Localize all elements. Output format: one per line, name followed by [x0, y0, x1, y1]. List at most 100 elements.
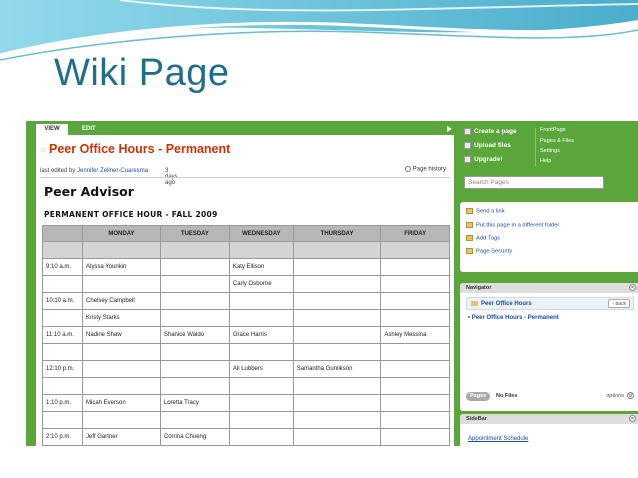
table-cell [228, 292, 294, 310]
pages-toggle[interactable]: Pages [466, 392, 491, 401]
create-page-button[interactable]: Create a page [464, 128, 517, 135]
navigator-panel: Navigator × Peer Office Hours ‹ back • Pee… [460, 283, 638, 411]
page-security-label: Page Security [476, 248, 513, 255]
table-cell [380, 275, 450, 293]
table-cell [380, 411, 450, 429]
main-panel: VIEW EDIT ☆ Peer Office Hours - Permanen… [36, 124, 454, 446]
page-title: Peer Office Hours - Permanent [49, 142, 231, 156]
gear-icon[interactable]: ⚙ [627, 392, 634, 399]
table-row [42, 241, 450, 259]
table-cell [159, 360, 230, 378]
table-cell [159, 309, 230, 327]
frontpage-link[interactable]: FrontPage [540, 127, 566, 133]
search-input[interactable]: Search Pages [464, 176, 604, 189]
page-security-item[interactable]: Page Security [466, 248, 512, 255]
table-cell: Chelsey Campbell [82, 292, 161, 310]
table-cell [292, 292, 382, 310]
table-cell [228, 428, 294, 446]
time-cell [42, 241, 83, 259]
table-cell [380, 258, 450, 276]
table-cell [159, 275, 230, 293]
appointment-schedule-link[interactable]: Appointment Schedule [468, 436, 528, 442]
wiki-screenshot: VIEW EDIT ☆ Peer Office Hours - Permanen… [26, 121, 638, 446]
move-folder-label: Put this page in a different folder [476, 222, 560, 229]
table-cell [228, 377, 294, 395]
table-cell [228, 394, 294, 412]
page-history-link[interactable]: Page history [404, 166, 446, 173]
time-cell: 9:10 a.m. [42, 258, 83, 276]
navigator-header: Navigator × [460, 283, 638, 293]
pages-files-link[interactable]: Pages & Files [540, 138, 574, 144]
add-tags-item[interactable]: Add Tags [466, 235, 500, 242]
column-header: MONDAY [82, 225, 161, 242]
table-row: 1:10 p.m. Micah Everson Loretta Tracy [42, 394, 450, 412]
table-cell [159, 377, 230, 395]
upgrade-icon [464, 156, 471, 163]
table-body: 9:10 a.m. Alyssa Younkin Katy Ellison Carly… [42, 241, 450, 446]
star-icon[interactable]: ☆ [40, 146, 46, 154]
upgrade-label: Upgrade! [474, 156, 503, 164]
upload-files-button[interactable]: Upload files [464, 142, 511, 149]
editor-link[interactable]: Jennifer Zellner-Cuaresma [77, 168, 148, 174]
table-cell [380, 343, 450, 361]
time-cell: 10:10 a.m. [42, 292, 83, 310]
table-cell: Carly Osborne [228, 275, 294, 293]
table-cell [292, 258, 382, 276]
table-row: Carly Osborne [42, 275, 450, 293]
sidebar-title: SideBar [466, 416, 487, 422]
table-cell [380, 428, 450, 446]
table-cell [82, 411, 161, 429]
back-button[interactable]: ‹ back [608, 299, 630, 308]
navigator-item[interactable]: • Peer Office Hours - Permanent [468, 315, 559, 321]
page-tools: Send a link Put this page in a different… [460, 202, 638, 272]
column-header: FRIDAY [380, 225, 450, 242]
table-cell [82, 360, 161, 378]
table-cell [159, 258, 230, 276]
table-cell: Kristy Starks [82, 309, 161, 327]
settings-link[interactable]: Settings [540, 148, 560, 154]
column-header: TUESDAY [159, 225, 230, 242]
upgrade-button[interactable]: Upgrade! [464, 156, 503, 163]
table-row: Kristy Starks [42, 309, 450, 327]
page-history-label: Page history [412, 166, 446, 173]
page-icon [464, 128, 471, 135]
time-cell: 2:10 p.m. [42, 428, 83, 446]
table-cell [292, 428, 382, 446]
slide-title: Wiki Page [54, 52, 230, 94]
table-cell: Nadine Shaw [82, 326, 161, 344]
close-icon[interactable]: × [629, 284, 636, 291]
time-cell: 1:10 p.m. [42, 394, 83, 412]
table-cell [82, 377, 161, 395]
navigator-folder-label: Peer Office Hours [481, 301, 532, 307]
time-cell: 11:10 a.m. [42, 326, 83, 344]
table-row: 9:10 a.m. Alyssa Younkin Katy Ellison [42, 258, 450, 276]
help-link[interactable]: Help [540, 158, 551, 164]
no-files-label: No Files [496, 393, 518, 399]
close-icon[interactable]: × [629, 415, 636, 422]
move-folder-item[interactable]: Put this page in a different folder [466, 222, 559, 229]
table-cell [292, 241, 382, 259]
navigator-folder[interactable]: Peer Office Hours ‹ back [466, 297, 634, 310]
table-cell [228, 241, 294, 259]
tab-view[interactable]: VIEW [36, 124, 68, 135]
options-link[interactable]: options [606, 393, 624, 399]
table-cell [159, 241, 230, 259]
table-row [42, 377, 450, 395]
table-cell [292, 343, 382, 361]
send-link-item[interactable]: Send a link [466, 208, 505, 215]
table-row: 12:10 p.m. Ali Lubbers Samantha Gunlikson [42, 360, 450, 378]
upload-icon [464, 142, 471, 149]
send-link-label: Send a link [476, 208, 505, 215]
table-cell [82, 343, 161, 361]
create-page-label: Create a page [474, 128, 517, 136]
slide: Wiki Page VIEW EDIT ☆ Peer Office Hours … [0, 0, 638, 478]
navigator-item-label: Peer Office Hours - Permanent [471, 315, 559, 321]
table-cell [292, 309, 382, 327]
collapse-arrow-icon[interactable] [447, 126, 452, 132]
table-cell: Jeff Gartner [82, 428, 161, 446]
sidebar-header: SideBar × [460, 414, 638, 424]
tab-edit[interactable]: EDIT [76, 124, 102, 135]
table-cell [159, 411, 230, 429]
column-header: THURSDAY [292, 225, 382, 242]
divider [40, 177, 450, 178]
